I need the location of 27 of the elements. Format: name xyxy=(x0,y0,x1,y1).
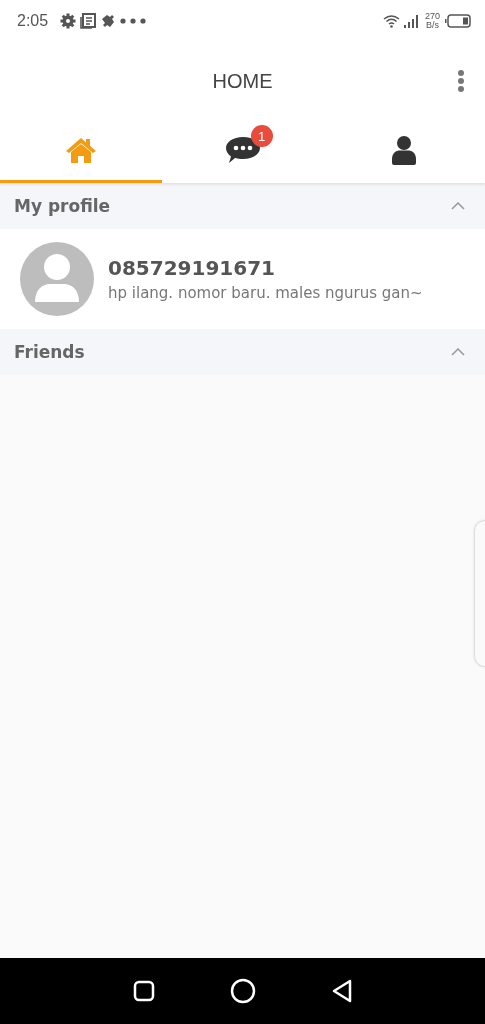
profile-status: hp ilang. nomor baru. males ngurus gan~ xyxy=(108,284,423,302)
speed-value: 270 xyxy=(424,12,440,21)
avatar-icon xyxy=(20,242,94,316)
screen-title: HOME xyxy=(212,69,273,93)
clock-time: 2:05 xyxy=(17,12,49,30)
chat-icon xyxy=(224,135,261,165)
speed-unit: B/s xyxy=(425,21,439,30)
section-header[interactable]: My profile xyxy=(0,183,485,229)
recents-button[interactable] xyxy=(132,980,155,1002)
person-icon xyxy=(391,135,418,165)
section-title: Friends xyxy=(14,342,85,362)
more-dots-icon xyxy=(120,18,147,24)
news-icon xyxy=(80,13,97,29)
profile-name: 085729191671 xyxy=(108,256,276,280)
back-button[interactable] xyxy=(330,979,353,1003)
wifi-icon xyxy=(382,14,400,28)
puzzle-icon xyxy=(100,13,117,29)
tab[interactable]: 1 xyxy=(161,120,324,183)
gear-icon xyxy=(60,13,77,29)
signal-icon xyxy=(403,14,420,28)
section-title: My profile xyxy=(14,196,111,216)
profile-row[interactable]: 085729191671 hp ilang. nomor baru. males ngurus gan~ xyxy=(0,229,485,329)
home-button[interactable] xyxy=(229,978,256,1004)
battery-icon xyxy=(445,14,471,28)
home-icon xyxy=(64,136,97,164)
section-header[interactable]: Friends xyxy=(0,329,485,375)
notification-badge: 1 xyxy=(250,125,273,147)
